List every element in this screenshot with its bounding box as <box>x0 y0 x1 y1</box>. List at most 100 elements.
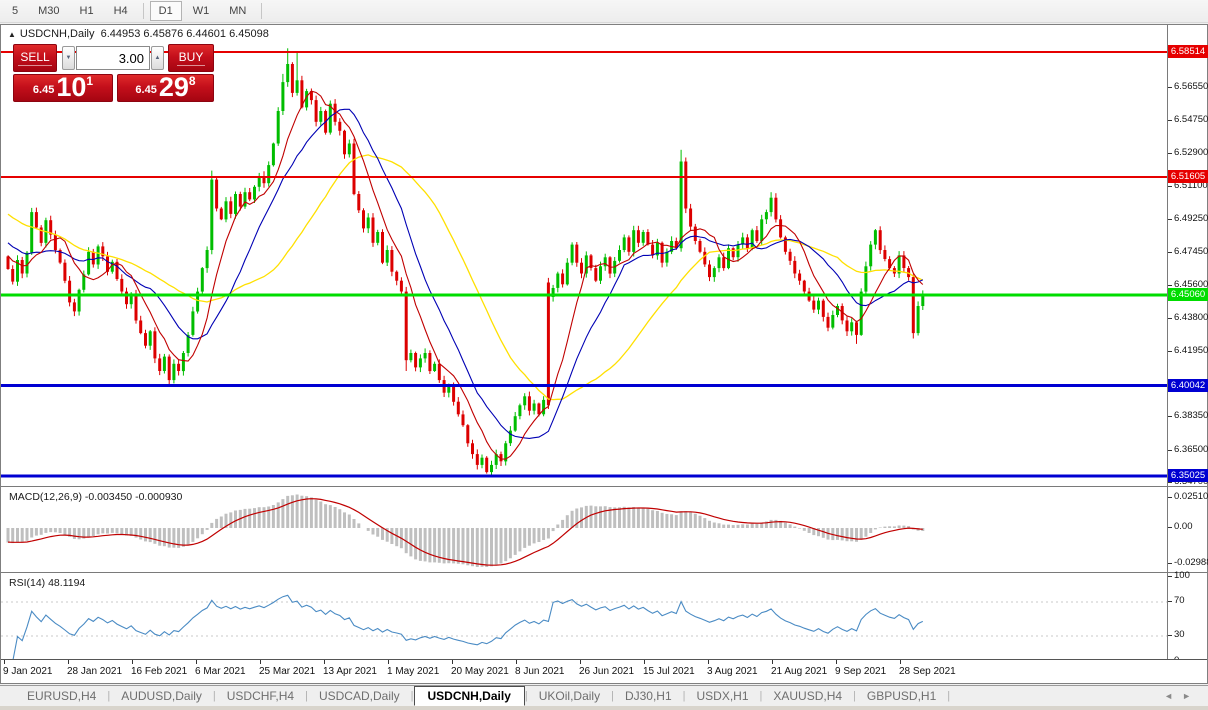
date-label-20-may-2021: 20 May 2021 <box>451 666 509 677</box>
tab-usdcad-daily[interactable]: USDCAD,Daily <box>308 687 411 705</box>
timeframe-mn-button[interactable]: MN <box>220 1 255 21</box>
chart-title-ohlc: 6.44953 6.45876 6.44601 6.45098 <box>101 28 269 40</box>
macd-axis-0.00-tick <box>1168 527 1172 528</box>
date-tick <box>196 660 197 664</box>
sell-price-sup: 1 <box>86 74 93 88</box>
macd-subwindow[interactable]: MACD(12,26,9) -0.003450 -0.000930 <box>1 486 1167 572</box>
sell-price-box[interactable]: 6.45 10 1 <box>13 74 113 102</box>
price-tick-6.38350-tick <box>1168 416 1172 417</box>
date-label-13-apr-2021: 13 Apr 2021 <box>323 666 377 677</box>
price-tick-6.49250: 6.49250 <box>1174 213 1208 224</box>
price-tick-6.54750: 6.54750 <box>1174 114 1208 125</box>
bottom-strip <box>0 706 1208 710</box>
tab-gbpusd-h1[interactable]: GBPUSD,H1 <box>856 687 947 705</box>
rsi-axis-70-tick <box>1168 601 1172 602</box>
one-click-trade-panel: SELL ▼ ▲ BUY 6.45 10 1 6.45 29 8 <box>13 44 214 102</box>
rsi-axis-30-tick <box>1168 635 1172 636</box>
macd-axis--0.02988: -0.02988 <box>1174 557 1208 568</box>
rsi-label: RSI(14) 48.1194 <box>9 577 85 589</box>
timeframe-d1-button[interactable]: D1 <box>150 1 182 21</box>
date-label-28-sep-2021: 28 Sep 2021 <box>899 666 956 677</box>
volume-input[interactable] <box>76 46 150 70</box>
date-label-21-aug-2021: 21 Aug 2021 <box>771 666 827 677</box>
price-tick-6.52900-tick <box>1168 153 1172 154</box>
tab-xauusd-h4[interactable]: XAUUSD,H4 <box>762 687 853 705</box>
price-scale[interactable]: 6.565506.547506.529006.511006.492506.474… <box>1167 25 1207 486</box>
date-label-8-jun-2021: 8 Jun 2021 <box>515 666 565 677</box>
date-label-6-mar-2021: 6 Mar 2021 <box>195 666 246 677</box>
price-tick-6.36500-tick <box>1168 450 1172 451</box>
price-tick-6.51100-tick <box>1168 186 1172 187</box>
price-tick-6.47450: 6.47450 <box>1174 246 1208 257</box>
date-tick <box>836 660 837 664</box>
collapse-chart-icon[interactable]: ▲ <box>8 30 16 39</box>
time-axis[interactable]: 9 Jan 202128 Jan 202116 Feb 20216 Mar 20… <box>1 659 1207 683</box>
macd-axis-0.00: 0.00 <box>1174 521 1193 532</box>
rsi-subwindow[interactable]: RSI(14) 48.1194 <box>1 572 1167 659</box>
buy-button[interactable]: BUY <box>168 44 214 72</box>
date-label-3-aug-2021: 3 Aug 2021 <box>707 666 758 677</box>
toolbar-separator <box>143 3 144 19</box>
price-level-badge-6.51605: 6.51605 <box>1168 170 1208 183</box>
price-level-badge-6.58514: 6.58514 <box>1168 45 1208 58</box>
tab-scroll-right-icon[interactable]: ► <box>1182 691 1200 701</box>
sell-price-big: 10 <box>56 75 86 99</box>
symbol-tab-bar: EURUSD,H4|AUDUSD,Daily|USDCHF,H4|USDCAD,… <box>0 685 1208 706</box>
price-tick-6.41950-tick <box>1168 351 1172 352</box>
rsi-axis-100: 100 <box>1174 570 1190 581</box>
price-tick-6.47450-tick <box>1168 252 1172 253</box>
date-label-15-jul-2021: 15 Jul 2021 <box>643 666 695 677</box>
buy-price-prefix: 6.45 <box>135 84 156 96</box>
chart-window: ▲ USDCNH,Daily 6.44953 6.45876 6.44601 6.… <box>0 24 1208 684</box>
tab-eurusd-h4[interactable]: EURUSD,H4 <box>16 687 107 705</box>
date-tick <box>644 660 645 664</box>
date-label-16-feb-2021: 16 Feb 2021 <box>131 666 187 677</box>
timeframe-h4-button[interactable]: H4 <box>105 1 137 21</box>
price-tick-6.38350: 6.38350 <box>1174 410 1208 421</box>
tab-usdcnh-daily[interactable]: USDCNH,Daily <box>414 686 525 706</box>
toolbar-separator <box>261 3 262 19</box>
rsi-scale: 10070300 <box>1167 572 1207 659</box>
date-tick <box>260 660 261 664</box>
price-tick-6.52900: 6.52900 <box>1174 147 1208 158</box>
timeframe-w1-button[interactable]: W1 <box>184 1 219 21</box>
date-tick <box>772 660 773 664</box>
date-tick <box>452 660 453 664</box>
volume-decrease-icon[interactable]: ▼ <box>62 46 75 70</box>
tab-usdchf-h4[interactable]: USDCHF,H4 <box>216 687 305 705</box>
date-tick <box>516 660 517 664</box>
buy-price-box[interactable]: 6.45 29 8 <box>117 74 214 102</box>
price-tick-6.36500: 6.36500 <box>1174 444 1208 455</box>
date-label-1-may-2021: 1 May 2021 <box>387 666 439 677</box>
date-label-25-mar-2021: 25 Mar 2021 <box>259 666 315 677</box>
chart-title-symbol: USDCNH,Daily <box>20 28 95 40</box>
rsi-axis-30: 30 <box>1174 629 1185 640</box>
sell-button[interactable]: SELL <box>13 44 57 72</box>
buy-price-big: 29 <box>159 75 189 99</box>
price-tick-6.34700-tick <box>1168 482 1172 483</box>
price-level-badge-6.40042: 6.40042 <box>1168 379 1208 392</box>
buy-price-sup: 8 <box>189 74 196 88</box>
price-tick-6.56550: 6.56550 <box>1174 81 1208 92</box>
price-tick-6.49250-tick <box>1168 219 1172 220</box>
timeframe-h1-button[interactable]: H1 <box>71 1 103 21</box>
tab-usdx-h1[interactable]: USDX,H1 <box>685 687 759 705</box>
date-tick <box>388 660 389 664</box>
timeframe-toolbar: 5M30H1H4 D1W1MN <box>0 0 1208 23</box>
price-tick-6.45600-tick <box>1168 285 1172 286</box>
tab-scroll-left-icon[interactable]: ◄ <box>1164 691 1182 701</box>
date-tick <box>580 660 581 664</box>
macd-label: MACD(12,26,9) -0.003450 -0.000930 <box>9 491 182 503</box>
tab-dj30-h1[interactable]: DJ30,H1 <box>614 687 683 705</box>
volume-increase-icon[interactable]: ▲ <box>151 46 164 70</box>
timeframe-m30-button[interactable]: M30 <box>29 1 68 21</box>
price-tick-6.54750-tick <box>1168 120 1172 121</box>
tab-ukoil-daily[interactable]: UKOil,Daily <box>528 687 611 705</box>
timeframe-5-button[interactable]: 5 <box>3 1 27 21</box>
tab-separator: | <box>947 690 950 702</box>
date-label-28-jan-2021: 28 Jan 2021 <box>67 666 122 677</box>
price-level-badge-6.35025: 6.35025 <box>1168 469 1208 482</box>
tab-audusd-daily[interactable]: AUDUSD,Daily <box>110 687 213 705</box>
date-tick <box>68 660 69 664</box>
price-tick-6.56550-tick <box>1168 87 1172 88</box>
